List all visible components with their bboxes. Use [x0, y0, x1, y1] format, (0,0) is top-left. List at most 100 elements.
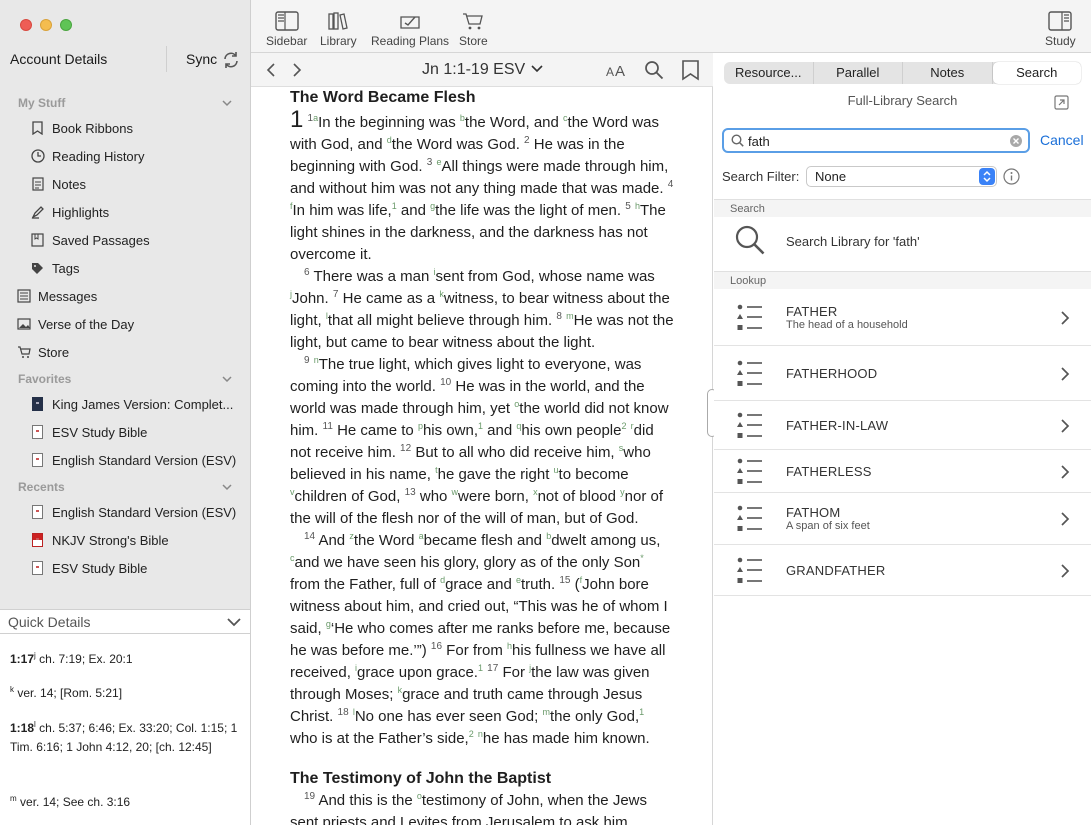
tab-search[interactable]: Search	[992, 62, 1081, 84]
sidebar-item-label: King James Version: Complet...	[52, 396, 234, 412]
bookmark-icon[interactable]	[681, 59, 700, 81]
search-filter-select[interactable]: None	[806, 166, 997, 187]
topic-list-icon	[737, 557, 762, 583]
sidebar-item-label: Reading History	[52, 148, 145, 164]
sidebar-item-label: ESV Study Bible	[52, 424, 148, 440]
note-text: ver. 14; [Rom. 5:21]	[17, 686, 123, 700]
cross-reference-note[interactable]: 1:18l ch. 5:37; 6:46; Ex. 33:20; Col. 1:…	[10, 719, 242, 757]
forward-arrow-icon[interactable]	[292, 62, 302, 78]
info-icon[interactable]	[1003, 168, 1020, 185]
toolbar-label: Store	[459, 34, 488, 48]
saved-passage-icon	[30, 233, 45, 248]
search-icon	[731, 134, 744, 147]
search-library-label: Search Library for 'fath'	[786, 234, 920, 249]
cross-reference-note[interactable]: m ver. 14; See ch. 3:16	[10, 793, 242, 812]
lookup-row[interactable]: FATHERHOOD	[714, 346, 1091, 401]
account-details-link[interactable]: Account Details	[10, 51, 107, 67]
sidebar-item-highlights[interactable]: Highlights	[30, 201, 109, 223]
topic-list-icon	[737, 458, 762, 484]
reading-plans-button[interactable]: Reading Plans	[371, 11, 449, 48]
toolbar-label: Library	[320, 34, 357, 48]
sidebar-item-recent[interactable]: ESV Study Bible	[30, 557, 147, 579]
sidebar-item-verse-of-the-day[interactable]: Verse of the Day	[16, 313, 134, 335]
lookup-title: FATHER-IN-LAW	[786, 418, 889, 433]
lookup-row[interactable]: FATHER The head of a household	[714, 289, 1091, 346]
store-button[interactable]: Store	[459, 11, 488, 48]
cart-icon	[16, 345, 31, 360]
close-window-button[interactable]	[20, 19, 32, 31]
lookup-title: GRANDFATHER	[786, 563, 886, 578]
library-icon	[328, 12, 349, 30]
search-icon[interactable]	[644, 60, 664, 80]
note-icon	[30, 177, 45, 192]
tab-resource[interactable]: Resource...	[724, 62, 814, 84]
quick-details-title: Quick Details	[8, 614, 91, 630]
lookup-title: FATHERLESS	[786, 464, 872, 479]
passage-selector[interactable]: Jn 1:1-19 ESV	[422, 61, 544, 79]
sidebar-item-store[interactable]: Store	[16, 341, 69, 363]
sidebar-toggle-button[interactable]: Sidebar	[266, 11, 307, 48]
library-button[interactable]: Library	[320, 11, 357, 48]
sidebar-item-tags[interactable]: Tags	[30, 257, 79, 279]
lookup-row[interactable]: FATHER-IN-LAW	[714, 401, 1091, 450]
lookup-row[interactable]: FATHOM A span of six feet	[714, 493, 1091, 545]
section-recents: Recents	[18, 480, 65, 494]
sidebar-item-favorite[interactable]: King James Version: Complet...	[30, 393, 233, 415]
cross-reference-note[interactable]: k ver. 14; [Rom. 5:21]	[10, 684, 242, 703]
maximize-window-button[interactable]	[60, 19, 72, 31]
study-button[interactable]: Study	[1045, 11, 1076, 48]
note-text: ch. 7:19; Ex. 20:1	[39, 652, 133, 666]
lookup-row[interactable]: FATHERLESS	[714, 450, 1091, 493]
chevron-right-icon	[1061, 512, 1070, 526]
toolbar-label: Reading Plans	[371, 34, 450, 48]
minimize-window-button[interactable]	[40, 19, 52, 31]
tab-parallel[interactable]: Parallel	[814, 62, 903, 84]
lookup-row[interactable]: GRANDFATHER	[714, 545, 1091, 596]
study-panel-icon	[1048, 11, 1073, 31]
cancel-button[interactable]: Cancel	[1040, 132, 1084, 148]
tab-notes[interactable]: Notes	[903, 62, 993, 84]
bible-text-panel[interactable]: The Word Became Flesh 1 1aIn the beginni…	[251, 87, 713, 825]
svg-text:A: A	[606, 65, 614, 78]
chevron-down-icon[interactable]	[226, 615, 242, 629]
search-group-header: Search	[714, 199, 1091, 217]
panel-tabs: Resource... Parallel Notes Search	[724, 62, 1081, 84]
quick-details-header[interactable]: Quick Details	[0, 609, 250, 634]
back-arrow-icon[interactable]	[266, 62, 276, 78]
sidebar-item-label: Highlights	[52, 204, 110, 220]
section-favorites: Favorites	[18, 372, 72, 386]
search-input[interactable]	[748, 132, 998, 150]
popout-icon[interactable]	[1054, 95, 1069, 110]
chevron-down-icon[interactable]	[221, 481, 233, 493]
chevron-right-icon	[1061, 419, 1070, 433]
chevron-down-icon[interactable]	[221, 373, 233, 385]
sidebar-item-favorite[interactable]: English Standard Version (ESV)	[30, 449, 236, 471]
messages-icon	[16, 289, 31, 304]
sidebar-item-messages[interactable]: Messages	[16, 285, 97, 307]
text-size-icon[interactable]: AA	[606, 62, 628, 78]
sidebar-item-label: Saved Passages	[52, 232, 150, 248]
sidebar-item-book-ribbons[interactable]: Book Ribbons	[30, 117, 133, 139]
chevron-down-icon[interactable]	[221, 97, 233, 109]
sidebar-item-reading-history[interactable]: Reading History	[30, 145, 145, 167]
tag-icon	[30, 261, 45, 276]
sync-button[interactable]: Sync	[186, 51, 217, 67]
sidebar-item-favorite[interactable]: ESV Study Bible	[30, 421, 147, 443]
sidebar-item-label: Store	[38, 344, 70, 360]
sidebar-item-saved-passages[interactable]: Saved Passages	[30, 229, 150, 251]
toolbar-label: Study	[1045, 34, 1076, 48]
sidebar-item-recent[interactable]: English Standard Version (ESV)	[30, 501, 236, 523]
sidebar-item-label: Book Ribbons	[52, 120, 133, 136]
clear-search-icon[interactable]	[1009, 134, 1023, 148]
chevron-down-icon	[531, 65, 543, 73]
chevron-right-icon	[1061, 311, 1070, 325]
book-cover-icon	[32, 453, 43, 467]
search-library-row[interactable]: Search Library for 'fath'	[714, 217, 1091, 271]
lookup-title: FATHOM	[786, 505, 841, 520]
sync-icon[interactable]	[221, 50, 241, 70]
cross-reference-note[interactable]: 1:17j ch. 7:19; Ex. 20:1	[10, 650, 242, 669]
sidebar-item-recent[interactable]: NKJV Strong's Bible	[30, 529, 169, 551]
section-heading: The Testimony of John the Baptist	[290, 770, 552, 787]
search-field	[722, 128, 1030, 153]
sidebar-item-notes[interactable]: Notes	[30, 173, 86, 195]
